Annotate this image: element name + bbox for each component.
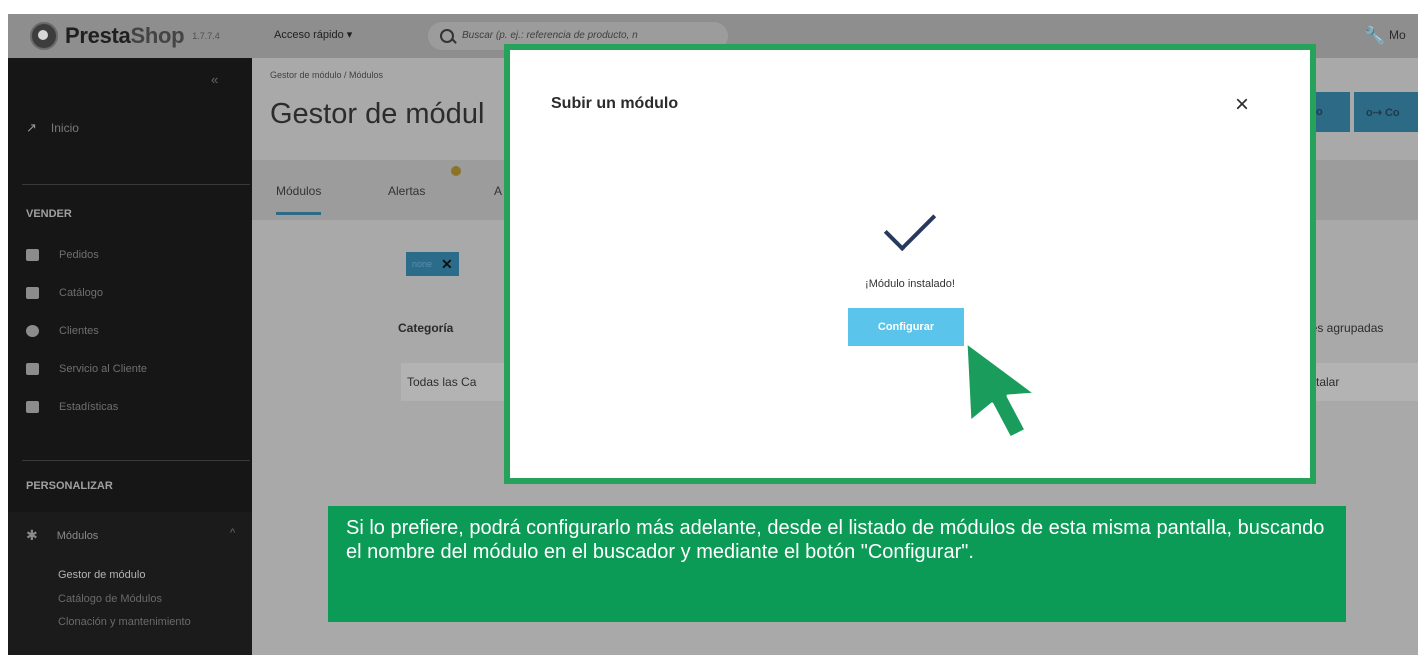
category-select-value: Todas las Ca (407, 375, 477, 389)
install-status-text: ¡Módulo instalado! (865, 278, 955, 290)
collapse-sidebar-icon[interactable]: « (211, 72, 218, 87)
sidebar-item-modules[interactable]: ✱ Módulos (26, 527, 98, 544)
basket-icon (26, 249, 39, 261)
sidebar-item-home[interactable]: ↗ Inicio (26, 120, 79, 136)
caption-text: Si lo prefiere, podrá configurarlo más a… (346, 517, 1325, 563)
sidebar-modules-group: ✱ Módulos ^ Gestor de módulo Catálogo de… (8, 512, 252, 655)
app-window: PrestaShop 1.7.7.4 Acceso rápido ▾ Busca… (8, 14, 1418, 655)
puzzle-icon: ✱ (26, 527, 38, 543)
section-title-customize: PERSONALIZAR (26, 480, 113, 492)
stats-icon (26, 401, 39, 413)
close-icon[interactable]: ✕ (441, 256, 453, 273)
prestashop-logo[interactable]: PrestaShop 1.7.7.4 (30, 22, 220, 50)
filter-chip-label: none (412, 259, 433, 269)
sidebar-divider (22, 184, 250, 185)
sidebar-divider (22, 460, 250, 461)
sidebar-item-catalog[interactable]: Catálogo (26, 287, 103, 299)
close-icon[interactable]: × (1235, 91, 1249, 119)
checkmark-icon (883, 198, 937, 252)
brand-name: PrestaShop (65, 23, 185, 48)
sidebar-item-label: Inicio (50, 121, 79, 135)
section-title-sell: VENDER (26, 208, 72, 220)
tab-modules[interactable]: Módulos (276, 184, 322, 215)
chat-icon (26, 363, 39, 375)
modal-title: Subir un módulo (551, 95, 679, 112)
sidebar-item-label: Clientes (59, 325, 99, 337)
alert-badge (451, 166, 461, 176)
connect-marketplace-button[interactable]: o⇢ Co (1354, 92, 1418, 132)
breadcrumb[interactable]: Gestor de módulo / Módulos (270, 70, 383, 80)
sidebar-item-label: Servicio al Cliente (59, 363, 148, 375)
tab-updates[interactable]: A (494, 184, 502, 198)
sidebar-item-label: Estadísticas (59, 401, 119, 413)
sidebar-subitem-cloning[interactable]: Clonación y mantenimiento (58, 616, 191, 628)
wrench-icon[interactable]: 🔧 (1364, 26, 1385, 46)
sidebar-subitem-module-catalog[interactable]: Catálogo de Módulos (58, 593, 162, 605)
trend-chart-icon: ↗ (26, 120, 37, 135)
filter-chip[interactable]: none ✕ (406, 252, 459, 276)
chevron-up-icon[interactable]: ^ (230, 527, 235, 539)
store-icon (26, 287, 39, 299)
sidebar-item-label: Catálogo (59, 287, 104, 299)
sidebar-item-customers[interactable]: Clientes (26, 325, 99, 337)
sidebar: « ↗ Inicio VENDER Pedidos Catálogo Clien… (8, 58, 252, 655)
sidebar-item-orders[interactable]: Pedidos (26, 249, 99, 261)
sidebar-item-stats[interactable]: Estadísticas (26, 401, 118, 413)
version-label: 1.7.7.4 (192, 31, 220, 41)
sidebar-item-customer-service[interactable]: Servicio al Cliente (26, 363, 147, 375)
upload-module-modal: Subir un módulo × ¡Módulo instalado! Con… (504, 44, 1316, 484)
tab-alerts[interactable]: Alertas (388, 184, 425, 198)
category-label: Categoría (398, 321, 454, 335)
puffin-logo-icon (30, 22, 58, 50)
quick-access-dropdown[interactable]: Acceso rápido ▾ (274, 28, 352, 41)
user-circle-icon (26, 325, 39, 337)
search-placeholder: Buscar (p. ej.: referencia de producto, … (462, 30, 638, 41)
maintenance-label[interactable]: Mo (1389, 28, 1406, 42)
instruction-caption: Si lo prefiere, podrá configurarlo más a… (328, 506, 1346, 622)
sidebar-item-label: Módulos (56, 529, 99, 542)
page-title: Gestor de módul (270, 98, 485, 130)
sidebar-item-label: Pedidos (59, 249, 99, 261)
pointer-cursor-icon (964, 340, 1038, 440)
search-icon (440, 29, 454, 43)
sidebar-subitem-module-manager[interactable]: Gestor de módulo (58, 569, 145, 581)
configure-button[interactable]: Configurar (848, 308, 964, 346)
